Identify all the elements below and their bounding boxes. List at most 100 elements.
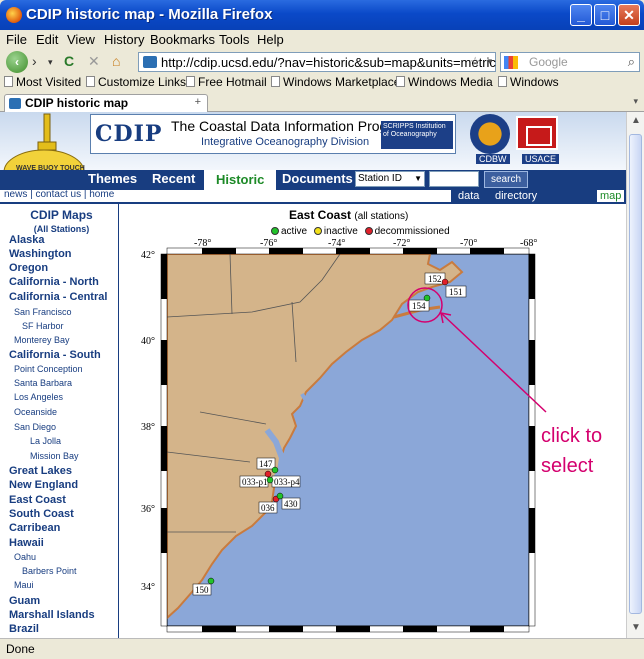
bookmark-customize-links[interactable]: Customize Links [86, 75, 186, 89]
lat-tick-label: 42° [141, 250, 155, 261]
sidebar-item-santa-barbara[interactable]: Santa Barbara [14, 378, 72, 388]
menu-bookmarks[interactable]: Bookmarks [150, 32, 215, 47]
sidebar-item-maui[interactable]: Maui [14, 580, 34, 590]
sidebar-item-guam[interactable]: Guam [9, 595, 40, 607]
sidebar-item-oceanside[interactable]: Oceanside [14, 407, 57, 417]
sidebar-item-south-coast[interactable]: South Coast [9, 508, 74, 520]
sidebar-item-washington[interactable]: Washington [9, 248, 72, 260]
menu-view[interactable]: View [67, 32, 95, 47]
sidebar-item-marshall-islands[interactable]: Marshall Islands [9, 609, 95, 621]
search-button[interactable]: search [484, 171, 528, 188]
star-icon[interactable]: ☆ [469, 54, 481, 70]
sidebar-item-oahu[interactable]: Oahu [14, 552, 36, 562]
sidebar-item-alaska[interactable]: Alaska [9, 234, 44, 246]
map-legend: active inactive decommissioned [267, 226, 450, 237]
station-147[interactable]: 147 [256, 457, 279, 474]
nav-documents[interactable]: Documents [282, 171, 353, 186]
menu-history[interactable]: History [104, 32, 144, 47]
cdbw-logo-icon[interactable] [470, 114, 510, 154]
nav-historic[interactable]: Historic [204, 170, 277, 190]
menu-file[interactable]: File [6, 32, 27, 47]
station-id-input[interactable] [429, 171, 479, 187]
bookmark-most-visited[interactable]: Most Visited [4, 75, 81, 89]
station-id-select[interactable]: Station ID ▼ [355, 171, 425, 187]
site-title: The Coastal Data Information Program [171, 118, 412, 134]
bookmark-windows-media[interactable]: Windows Media [396, 75, 493, 89]
vertical-scrollbar[interactable]: ▲ ▼ [626, 112, 644, 638]
station-430[interactable]: 430 [276, 492, 301, 510]
station-033-p1[interactable]: 033-p1 [239, 470, 272, 488]
legend-active: active [281, 226, 308, 237]
url-dropdown-icon[interactable]: ▾ [487, 56, 492, 67]
sidebar-item-san-diego[interactable]: San Diego [14, 422, 56, 432]
sidebar-item-mission-bay[interactable]: Mission Bay [30, 451, 79, 461]
site-header: WAVE BUOY TOUCH CDIP The Coastal Data In… [0, 112, 626, 195]
station-154[interactable]: 154 [408, 294, 431, 312]
stop-icon[interactable]: ✕ [88, 53, 100, 70]
scroll-up-icon[interactable]: ▲ [631, 115, 641, 126]
station-151[interactable]: 151 [445, 285, 467, 298]
usace-logo-icon[interactable] [516, 116, 558, 150]
svg-text:150: 150 [195, 585, 209, 595]
cdip-banner[interactable]: CDIP The Coastal Data Information Progra… [90, 114, 456, 154]
history-dropdown-icon[interactable]: ▾ [48, 57, 53, 68]
station-152[interactable]: 152 [424, 272, 449, 286]
menu-help[interactable]: Help [257, 32, 284, 47]
sidebar-item-monterey-bay[interactable]: Monterey Bay [14, 335, 70, 345]
address-bar[interactable]: http://cdip.ucsd.edu/?nav=historic&sub=m… [138, 52, 496, 72]
sidebar-item-brazil[interactable]: Brazil [9, 623, 39, 635]
utility-links[interactable]: news | contact us | home [4, 189, 114, 200]
tab-new-icon[interactable]: + [195, 96, 201, 108]
minimize-button[interactable]: _ [570, 4, 592, 26]
scripps-logo[interactable]: SCRIPPS Institution of Oceanography [381, 121, 453, 149]
sidebar-item-california-south[interactable]: California - South [9, 349, 101, 361]
state-borders [167, 254, 297, 533]
link-map[interactable]: map [597, 190, 625, 202]
reload-icon[interactable]: C [64, 53, 74, 69]
sidebar-item-great-lakes[interactable]: Great Lakes [9, 465, 72, 477]
sidebar-item-barbers-point[interactable]: Barbers Point [22, 566, 77, 576]
sidebar-item-hawaii[interactable]: Hawaii [9, 537, 44, 549]
nav-themes[interactable]: Themes [88, 171, 137, 186]
page-content: WAVE BUOY TOUCH CDIP The Coastal Data In… [0, 112, 626, 638]
back-button[interactable]: ‹ [6, 51, 28, 73]
station-033-p4[interactable]: 033-p4 [266, 475, 301, 488]
scrollbar-thumb[interactable] [629, 134, 642, 614]
forward-button[interactable]: › [32, 53, 37, 69]
sidebar-item-east-coast[interactable]: East Coast [9, 494, 66, 506]
bookmark-windows[interactable]: Windows [498, 75, 559, 89]
bookmark-free-hotmail[interactable]: Free Hotmail [186, 75, 267, 89]
sidebar-item-sf-harbor[interactable]: SF Harbor [22, 321, 64, 331]
menu-tools[interactable]: Tools [219, 32, 249, 47]
sub-navigation: news | contact us | home data directory … [0, 189, 626, 202]
delaware-bay [300, 392, 311, 413]
station-036[interactable]: 036 [258, 495, 280, 514]
station-150[interactable]: 150 [192, 577, 215, 596]
sidebar-item-san-francisco[interactable]: San Francisco [14, 307, 72, 317]
magnifier-icon[interactable]: ⌕ [628, 54, 635, 70]
sidebar-item-point-conception[interactable]: Point Conception [14, 364, 83, 374]
sidebar-item-california-central[interactable]: California - Central [9, 291, 107, 303]
sidebar-item-oregon[interactable]: Oregon [9, 262, 48, 274]
menu-edit[interactable]: Edit [36, 32, 58, 47]
scroll-down-icon[interactable]: ▼ [631, 622, 641, 633]
maximize-button[interactable]: □ [594, 4, 616, 26]
sidebar-item-carribean[interactable]: Carribean [9, 522, 60, 534]
search-box[interactable]: Google ⌕ [500, 52, 640, 72]
lat-tick-label: 36° [141, 504, 155, 515]
sidebar-item-los-angeles[interactable]: Los Angeles [14, 392, 63, 402]
arrow-head-icon [440, 312, 452, 324]
sidebar-item-california-north[interactable]: California - North [9, 276, 99, 288]
browser-tab[interactable]: CDIP historic map + [4, 94, 208, 112]
home-icon[interactable]: ⌂ [112, 53, 120, 69]
tab-list-icon[interactable]: ▾ [633, 96, 638, 107]
bookmark-windows-marketplace[interactable]: Windows Marketplace [271, 75, 400, 89]
sidebar-item-new-england[interactable]: New England [9, 479, 78, 491]
lon-tick-label: -68° [520, 238, 537, 249]
nav-recent[interactable]: Recent [152, 171, 195, 186]
link-data[interactable]: data [458, 190, 479, 202]
close-button[interactable]: ✕ [618, 4, 640, 26]
svg-text:151: 151 [449, 287, 463, 297]
link-directory[interactable]: directory [495, 190, 537, 202]
sidebar-item-la-jolla[interactable]: La Jolla [30, 436, 61, 446]
